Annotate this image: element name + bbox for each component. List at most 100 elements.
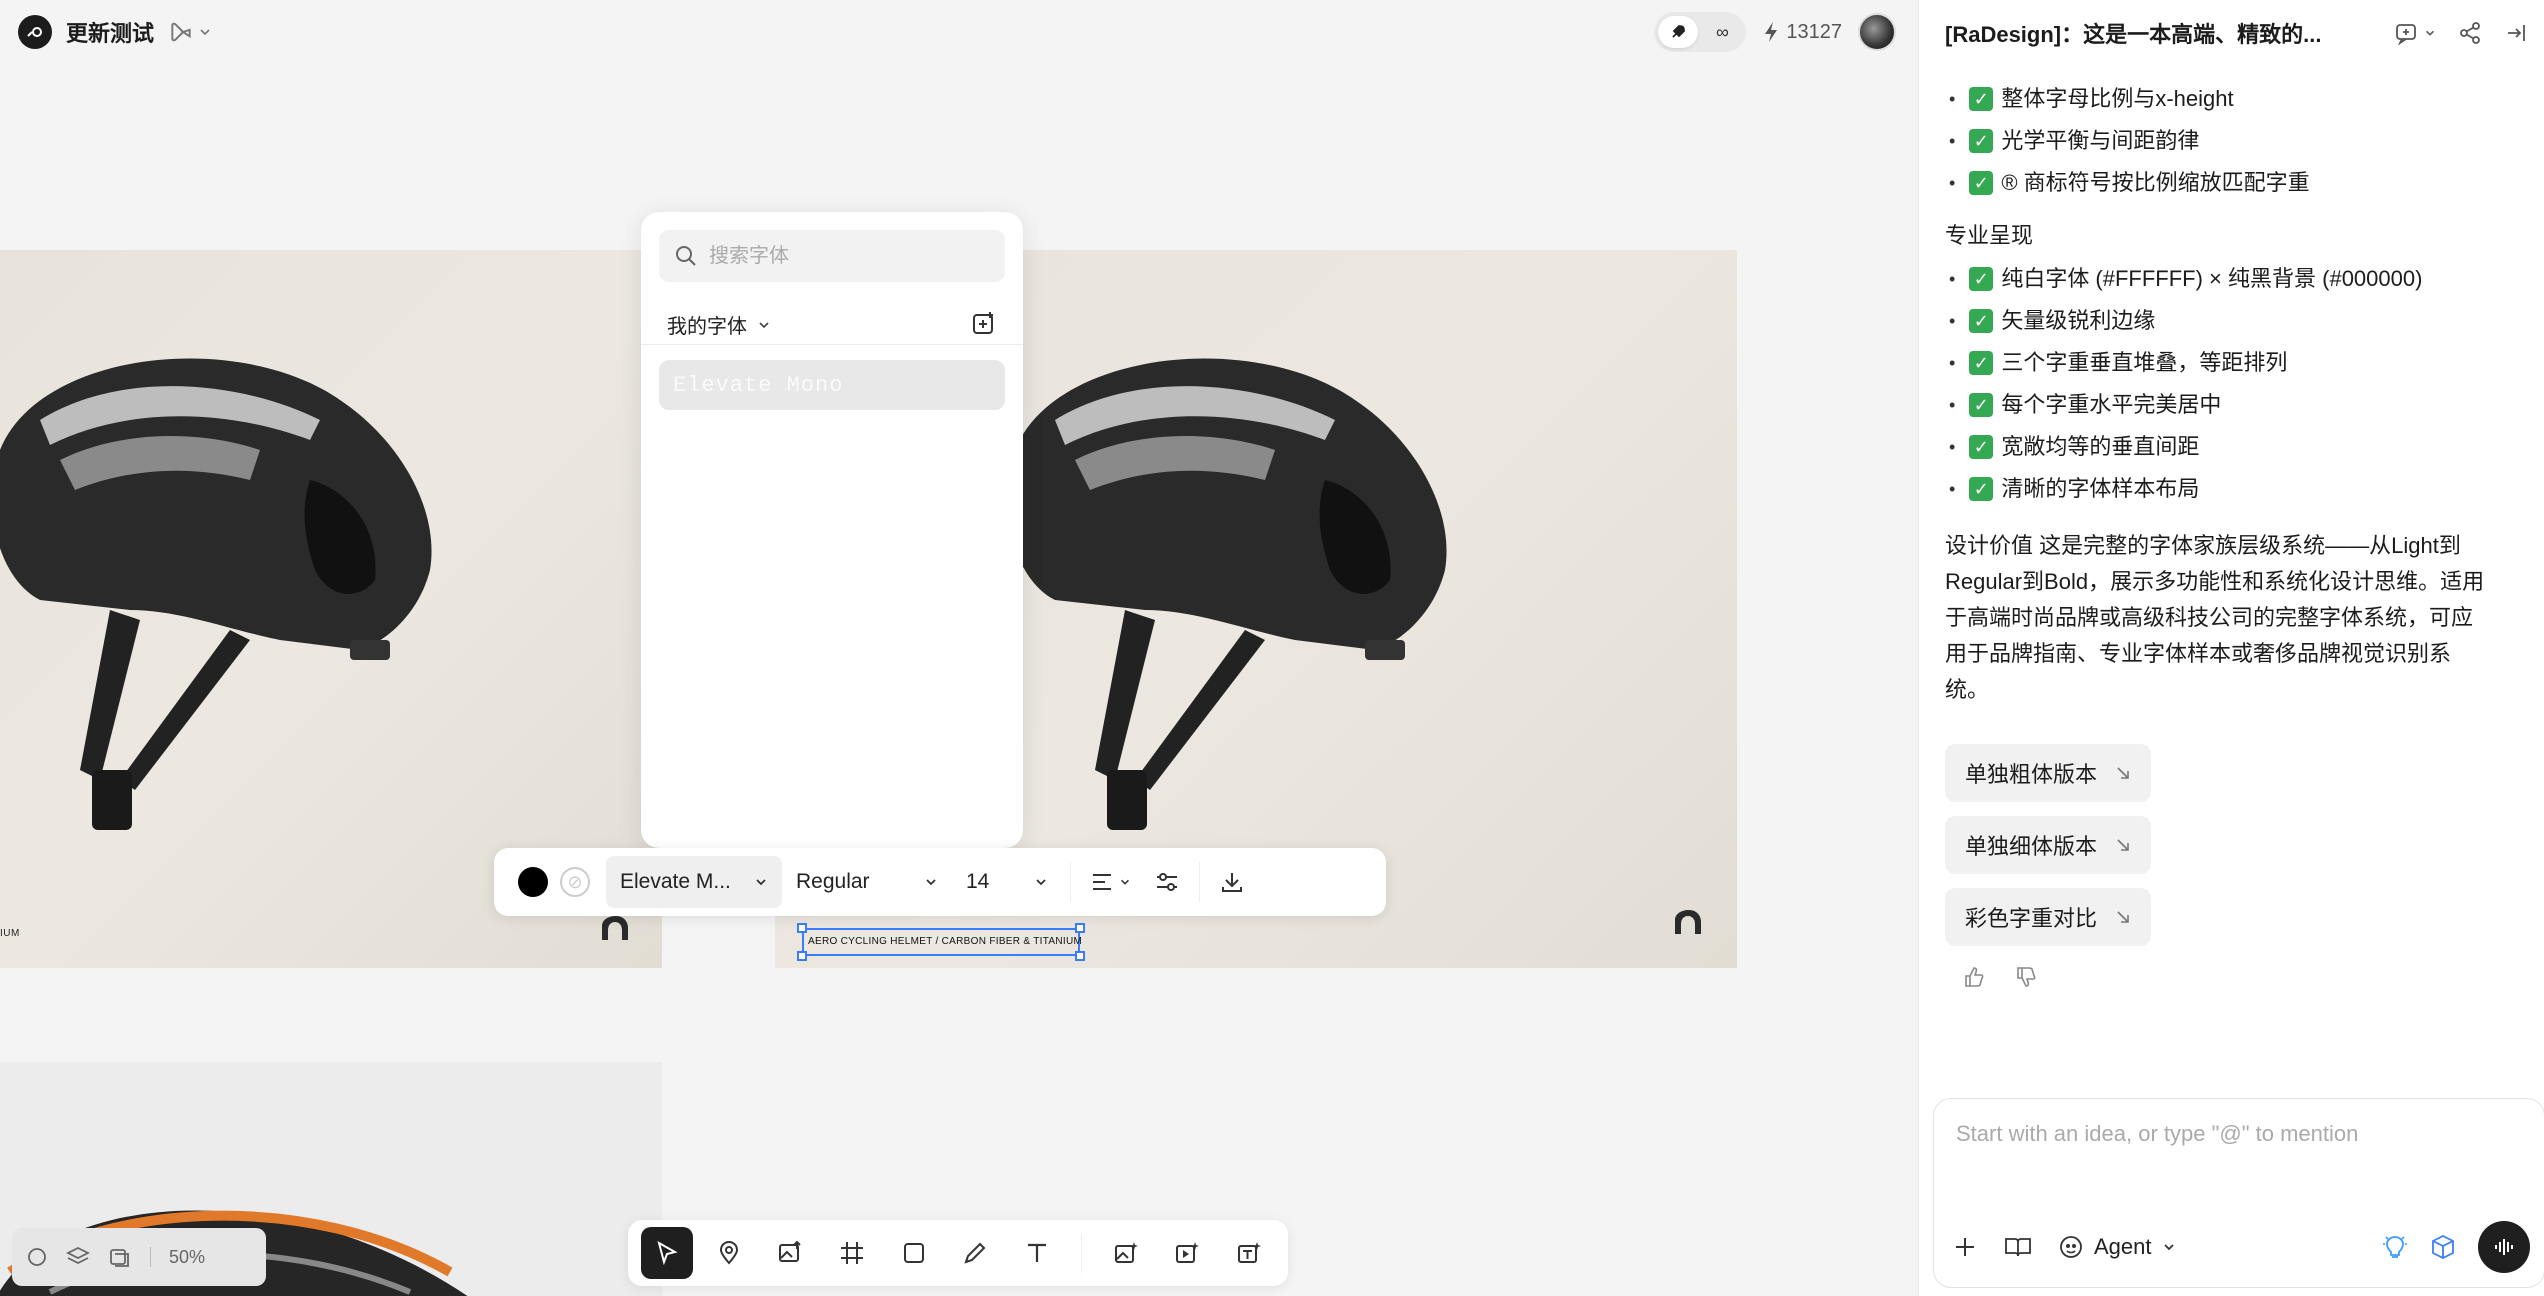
text-align-button[interactable]: [1079, 858, 1143, 906]
project-title[interactable]: 更新测试: [66, 16, 154, 48]
align-left-icon: [1093, 874, 1111, 890]
check-icon: ✓: [1969, 393, 1994, 417]
rectangle-tool-button[interactable]: [888, 1227, 940, 1279]
arrow-down-right-icon: [2117, 767, 2129, 779]
thumbs-up-icon[interactable]: [1963, 966, 1985, 988]
chat-input-field[interactable]: [1956, 1121, 2516, 1181]
location-pin-icon: [719, 1240, 738, 1265]
circle-icon[interactable]: [26, 1246, 48, 1268]
infinite-mode-icon[interactable]: ∞: [1702, 16, 1742, 48]
input-tools-right: [2382, 1221, 2530, 1273]
ai-text-button[interactable]: [1223, 1227, 1275, 1279]
voice-input-button[interactable]: [2478, 1221, 2530, 1273]
assets-icon[interactable]: [108, 1246, 132, 1268]
font-size-select[interactable]: 14: [952, 856, 1062, 908]
palette-icon: [171, 22, 191, 42]
suggestion-bold-button[interactable]: 单独粗体版本: [1945, 744, 2152, 802]
check-icon: ✓: [1969, 267, 1994, 291]
check-icon: ✓: [1969, 435, 1994, 459]
toolbar-divider: [1199, 862, 1200, 902]
agent-icon: [2060, 1236, 2082, 1258]
brand-logo-left: [602, 916, 628, 940]
resize-handle-tr[interactable]: [1075, 923, 1085, 933]
lightning-icon: [1765, 22, 1778, 42]
chevron-down-icon: [1121, 879, 1129, 885]
text-color-swatch[interactable]: [518, 867, 548, 897]
text-format-toolbar: ⊘ Elevate M... Regular 14: [494, 848, 1386, 916]
check-icon: ✓: [1969, 129, 1994, 153]
check-icon: ✓: [1969, 87, 1994, 111]
chat-title[interactable]: [RaDesign]：这是一本高端、精致的...: [1945, 17, 2321, 49]
suggestion-light-button[interactable]: 单独细体版本: [1945, 816, 2152, 874]
upload-font-icon[interactable]: [971, 310, 997, 336]
font-option-elevate-mono[interactable]: Elevate Mono: [659, 360, 1005, 410]
my-fonts-filter[interactable]: 我的字体: [667, 310, 771, 339]
plus-icon[interactable]: [1952, 1234, 1978, 1260]
search-icon: [676, 246, 696, 266]
app-logo-icon[interactable]: [18, 15, 52, 49]
cube-icon[interactable]: [2430, 1234, 2456, 1260]
font-size-value: 14: [966, 870, 990, 893]
font-family-select[interactable]: Elevate M...: [606, 856, 782, 908]
font-weight-select[interactable]: Regular: [782, 856, 952, 908]
divider: [150, 1247, 151, 1267]
check-icon: ✓: [1969, 171, 1994, 195]
new-chat-button[interactable]: [2394, 21, 2436, 45]
resize-handle-br[interactable]: [1075, 951, 1085, 961]
selected-text-layer[interactable]: AERO CYCLING HELMET / CARBON FIBER & TIT…: [797, 923, 1085, 961]
list-item: ✓宽敞均等的垂直间距: [1945, 426, 2525, 468]
share-icon[interactable]: [2458, 21, 2482, 45]
rocket-icon[interactable]: [1658, 16, 1699, 48]
text-tool-button[interactable]: [1011, 1227, 1063, 1279]
user-avatar[interactable]: [1858, 13, 1896, 51]
chat-message: ✓整体字母比例与x-height ✓光学平衡与间距韵律 ✓® 商标符号按比例缩放…: [1945, 78, 2525, 988]
thumbs-down-icon[interactable]: [2015, 966, 2037, 988]
ai-image-icon: [1114, 1242, 1138, 1263]
list-item: ✓矢量级锐利边缘: [1945, 300, 2525, 342]
font-weight-value: Regular: [796, 870, 870, 893]
collapse-panel-icon[interactable]: [2504, 21, 2528, 45]
list-item: ✓® 商标符号按比例缩放匹配字重: [1945, 162, 2525, 204]
resize-handle-bl[interactable]: [797, 951, 807, 961]
ai-text-icon: [1238, 1242, 1262, 1263]
credits-counter[interactable]: 13127: [1762, 21, 1842, 44]
chat-header: [RaDesign]：这是一本高端、精致的...: [1945, 16, 2528, 50]
download-icon: [1222, 873, 1242, 892]
design-canvas[interactable]: IUM 更新测试 ∞ 13127 搜索字体 我的字体 Elevate Mono …: [0, 0, 1918, 1296]
lightbulb-icon[interactable]: [2382, 1234, 2408, 1260]
agent-mode-select[interactable]: Agent: [2058, 1234, 2176, 1260]
layers-icon[interactable]: [66, 1246, 90, 1268]
suggestion-color-button[interactable]: 彩色字重对比: [1945, 888, 2152, 946]
select-tool-button[interactable]: [640, 1227, 693, 1279]
audio-wave-icon: [2495, 1239, 2513, 1255]
divider: [641, 344, 1023, 345]
font-search-input[interactable]: [709, 244, 989, 268]
ai-video-button[interactable]: [1161, 1227, 1213, 1279]
ai-image-button[interactable]: [1100, 1227, 1152, 1279]
chevron-down-icon: [759, 321, 769, 328]
download-button[interactable]: [1208, 858, 1256, 906]
mode-toggle[interactable]: ∞: [1654, 12, 1747, 52]
chevron-down-icon: [1036, 879, 1046, 886]
suggestions: 单独粗体版本 单独细体版本 彩色字重对比: [1945, 730, 2525, 946]
no-fill-icon[interactable]: ⊘: [560, 867, 590, 897]
list-item: ✓三个字重垂直堆叠，等距排列: [1945, 342, 2525, 384]
agent-label: Agent: [2094, 1234, 2152, 1259]
brand-logo-right: [1675, 910, 1701, 934]
topbar-right: ∞ 13127: [1654, 12, 1896, 52]
theme-switch-button[interactable]: [168, 19, 212, 45]
marker-tool-button[interactable]: [703, 1227, 755, 1279]
chat-input-box: Agent: [1933, 1098, 2544, 1288]
chevron-down-icon: [2163, 1244, 2174, 1251]
artboard-caption-left: IUM: [0, 928, 20, 939]
resize-handle-tl[interactable]: [797, 923, 807, 933]
book-icon[interactable]: [2004, 1235, 2032, 1259]
helmet-image-left: [0, 358, 432, 830]
pen-tool-button[interactable]: [949, 1227, 1001, 1279]
chat-actions: [2394, 21, 2528, 45]
zoom-level[interactable]: 50%: [169, 1247, 205, 1268]
font-search-box: [659, 230, 1005, 282]
text-settings-button[interactable]: [1143, 858, 1191, 906]
upload-image-button[interactable]: [764, 1227, 816, 1279]
frame-tool-button[interactable]: [826, 1227, 878, 1279]
